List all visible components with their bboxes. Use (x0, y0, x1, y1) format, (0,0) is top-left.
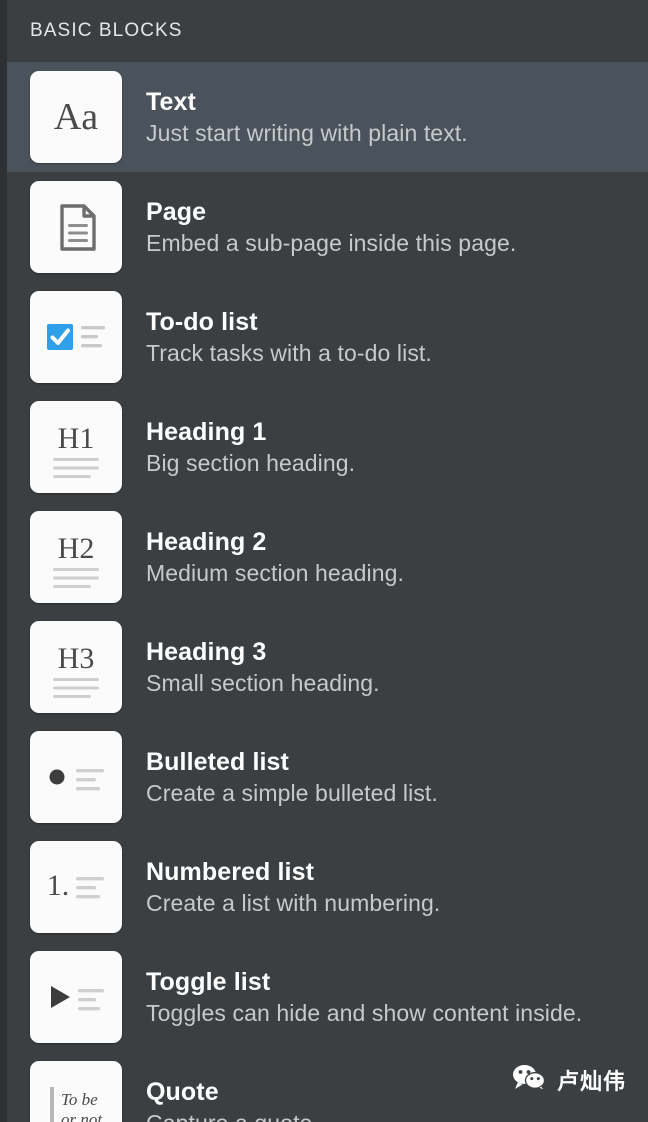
svg-text:or not: or not (61, 1110, 103, 1122)
block-item-bulleted-list[interactable]: Bulleted list Create a simple bulleted li… (0, 722, 648, 832)
block-item-description: Big section heading. (146, 450, 356, 477)
block-item-description: Small section heading. (146, 670, 380, 697)
block-item-todo-list[interactable]: To-do list Track tasks with a to-do list. (0, 282, 648, 392)
heading-h3-icon: H3 (30, 621, 122, 713)
svg-text:To be: To be (61, 1090, 98, 1109)
block-item-description: Create a simple bulleted list. (146, 780, 438, 807)
block-item-title: Heading 1 (146, 417, 267, 446)
block-item-description: Create a list with numbering. (146, 890, 441, 917)
block-item-description: Embed a sub-page inside this page. (146, 230, 517, 257)
svg-text:H3: H3 (58, 642, 95, 675)
svg-text:H1: H1 (58, 422, 95, 455)
block-item-heading-1[interactable]: H1 Heading 1 Big section heading. (0, 392, 648, 502)
block-item-texts: Bulleted list Create a simple bulleted li… (146, 747, 438, 808)
block-item-description: Track tasks with a to-do list. (146, 340, 432, 367)
section-header-label: BASIC BLOCKS (30, 20, 183, 41)
page-document-icon (30, 181, 122, 273)
triangle-lines-icon (30, 951, 122, 1043)
block-item-page[interactable]: Page Embed a sub-page inside this page. (0, 172, 648, 282)
block-item-description: Toggles can hide and show content inside… (146, 1000, 583, 1027)
block-item-texts: Heading 1 Big section heading. (146, 417, 355, 478)
block-item-title: Page (146, 197, 207, 226)
checkbox-lines-icon (30, 291, 122, 383)
watermark: 卢灿伟 (512, 1064, 626, 1096)
text-aa-icon: Aa (30, 71, 122, 163)
block-picker-panel: BASIC BLOCKS Aa Text Just start writing w… (0, 0, 648, 1122)
left-edge-strip (0, 0, 7, 1122)
svg-text:Aa: Aa (54, 96, 98, 138)
block-item-title: Heading 2 (146, 527, 267, 556)
block-item-texts: Page Embed a sub-page inside this page. (146, 197, 516, 258)
watermark-name: 卢灿伟 (556, 1070, 626, 1095)
block-item-texts: Text Just start writing with plain text. (146, 87, 468, 148)
block-item-heading-3[interactable]: H3 Heading 3 Small section heading. (0, 612, 648, 722)
block-item-heading-2[interactable]: H2 Heading 2 Medium section heading. (0, 502, 648, 612)
section-header: BASIC BLOCKS (0, 0, 648, 62)
block-item-description: Just start writing with plain text. (146, 120, 468, 147)
block-item-title: Bulleted list (146, 747, 289, 776)
block-item-text[interactable]: Aa Text Just start writing with plain tex… (0, 62, 648, 172)
svg-text:1.: 1. (47, 869, 70, 902)
block-item-texts: To-do list Track tasks with a to-do list. (146, 307, 432, 368)
block-item-description: Capture a quote. (146, 1109, 319, 1122)
block-item-texts: Heading 2 Medium section heading. (146, 527, 404, 588)
block-item-texts: Numbered list Create a list with numberin… (146, 857, 440, 918)
block-item-texts: Toggle list Toggles can hide and show con… (146, 967, 582, 1028)
block-item-title: Text (146, 87, 196, 116)
block-item-texts: Quote Capture a quote. (146, 1077, 319, 1122)
heading-h2-icon: H2 (30, 511, 122, 603)
heading-h1-icon: H1 (30, 401, 122, 493)
block-item-title: Heading 3 (146, 637, 267, 666)
block-item-title: Toggle list (146, 967, 271, 996)
wechat-icon (512, 1064, 546, 1096)
number-lines-icon: 1. (30, 841, 122, 933)
svg-text:H2: H2 (58, 532, 95, 565)
block-item-title: To-do list (146, 307, 258, 336)
block-item-description: Medium section heading. (146, 560, 405, 587)
block-item-texts: Heading 3 Small section heading. (146, 637, 380, 698)
quote-block-icon: To be or not (30, 1061, 122, 1122)
block-item-title: Numbered list (146, 857, 314, 886)
block-list: Aa Text Just start writing with plain tex… (0, 62, 648, 1122)
block-item-numbered-list[interactable]: 1. Numbered list Create a list with numbe… (0, 832, 648, 942)
block-item-title: Quote (146, 1077, 219, 1106)
block-item-toggle-list[interactable]: Toggle list Toggles can hide and show con… (0, 942, 648, 1052)
bullet-lines-icon (30, 731, 122, 823)
